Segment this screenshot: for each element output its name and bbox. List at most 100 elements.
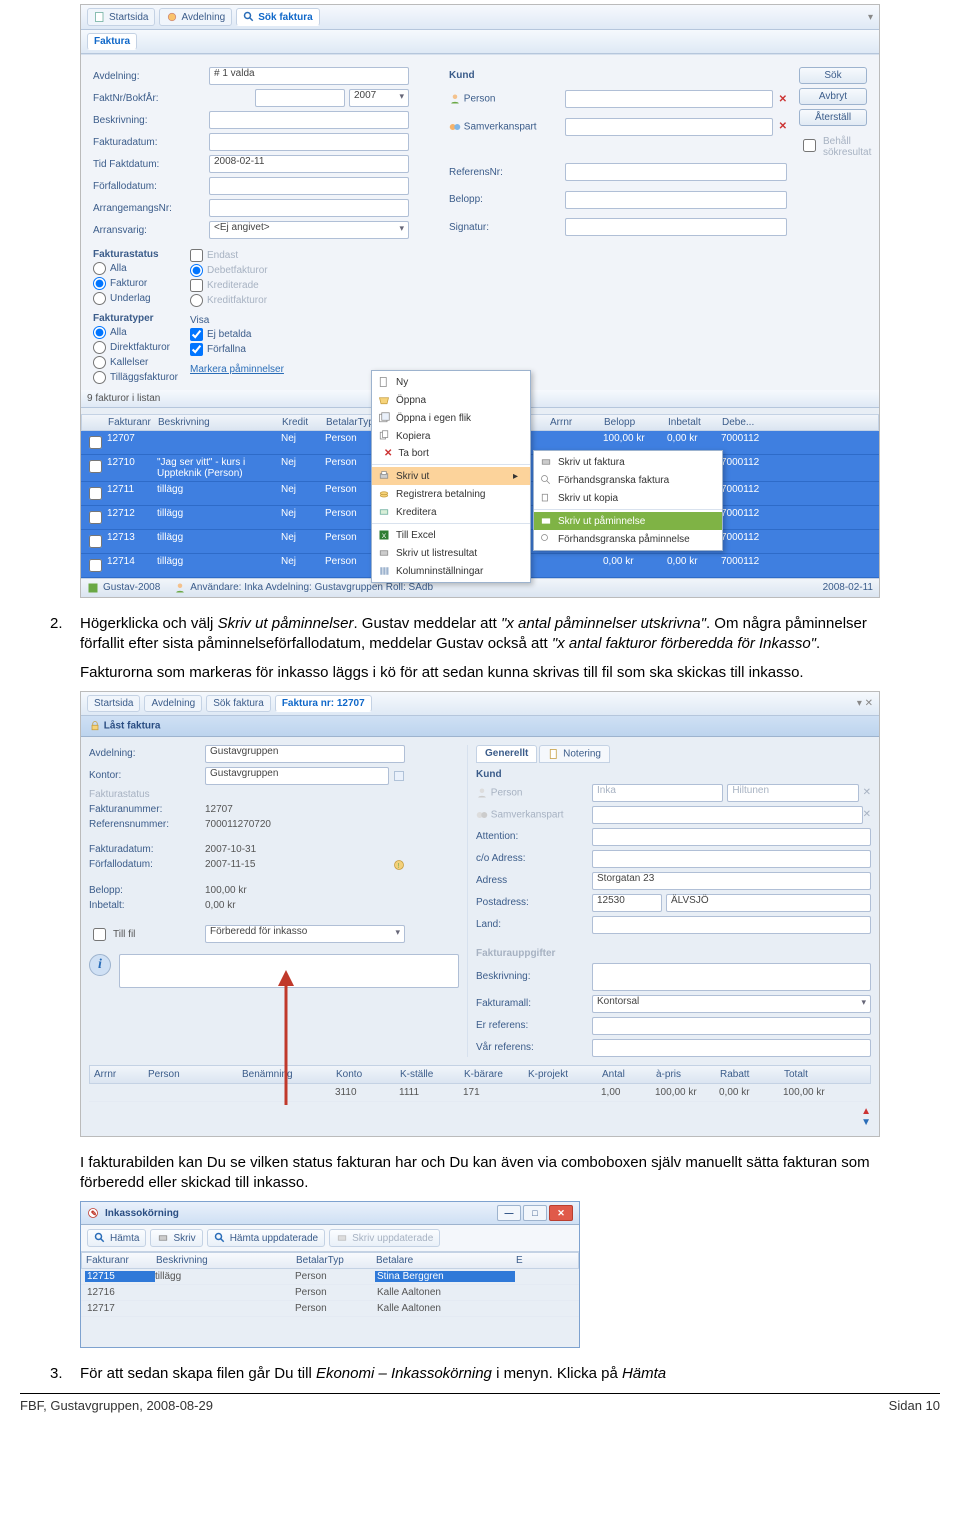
row-down-icon[interactable]: ▼ xyxy=(861,1117,871,1128)
status-user: Användare: Inka Avdelning: Gustavgruppen… xyxy=(190,582,433,594)
ctx-kolumn[interactable]: Kolumninställningar xyxy=(372,562,530,580)
s2-input-kontor[interactable]: Gustavgruppen xyxy=(205,767,389,785)
radio-debet[interactable]: Debetfakturor xyxy=(190,264,284,277)
s2-summary-row[interactable]: 31101111171 1,00100,00 kr 0,00 kr100,00 … xyxy=(89,1084,871,1102)
input-avdelning[interactable]: # 1 valda xyxy=(209,67,409,85)
row-checkbox[interactable] xyxy=(89,487,102,500)
radio-kreditfak[interactable]: Kreditfakturor xyxy=(190,294,284,307)
radio-ft-tillagg[interactable]: Tilläggsfakturor xyxy=(93,371,178,384)
s2-input-co[interactable] xyxy=(592,850,871,868)
maximize-button[interactable]: □ xyxy=(523,1205,547,1221)
list-item[interactable]: 12717PersonKalle Aaltonen xyxy=(81,1301,579,1317)
s2-input-varref[interactable] xyxy=(592,1039,871,1057)
input-signatur[interactable] xyxy=(565,218,787,236)
s2-input-city[interactable]: ÄLVSJÖ xyxy=(666,894,871,912)
tab-avdelning[interactable]: Avdelning xyxy=(159,8,232,26)
sub-forhand-faktura[interactable]: Förhandsgranska faktura xyxy=(534,471,722,489)
avbryt-button[interactable]: Avbryt xyxy=(799,88,867,105)
radio-ft-kallelser[interactable]: Kallelser xyxy=(93,356,178,369)
s2-input-adr[interactable]: Storgatan 23 xyxy=(592,872,871,890)
input-samv[interactable] xyxy=(565,118,773,136)
ctx-listres[interactable]: Skriv ut listresultat xyxy=(372,544,530,562)
input-belopp[interactable] xyxy=(565,191,787,209)
s2-lbl-samv: Samverkanspart xyxy=(476,809,586,821)
s2-input-besk[interactable] xyxy=(592,963,871,991)
skriv-uppdaterade-button[interactable]: Skriv uppdaterade xyxy=(329,1229,440,1247)
sub-skrivut-faktura[interactable]: Skriv ut faktura xyxy=(534,453,722,471)
s2-input-avd[interactable]: Gustavgruppen xyxy=(205,745,405,763)
clear-person-icon[interactable]: ✕ xyxy=(779,94,787,105)
input-forfall[interactable] xyxy=(209,177,409,195)
context-menu[interactable]: Ny Öppna Öppna i egen flik Kopiera ✕Ta b… xyxy=(371,370,531,583)
ctx-regbet[interactable]: Registrera betalning xyxy=(372,485,530,503)
list-item[interactable]: 12715tilläggPersonStina Berggren xyxy=(81,1269,579,1285)
clear-samv-icon[interactable]: ✕ xyxy=(779,121,787,132)
sub-skrivut-kopia[interactable]: Skriv ut kopia xyxy=(534,489,722,507)
s2-tab-avdelning[interactable]: Avdelning xyxy=(144,695,202,712)
s2-input-land[interactable] xyxy=(592,916,871,934)
row-checkbox[interactable] xyxy=(89,511,102,524)
radio-fs-alla[interactable]: Alla xyxy=(93,262,178,275)
subtab-faktura[interactable]: Faktura xyxy=(87,33,137,50)
chk-ejbetalda[interactable]: Ej betalda xyxy=(190,328,284,341)
ctx-excel[interactable]: XTill Excel xyxy=(372,526,530,544)
radio-fs-underlag[interactable]: Underlag xyxy=(93,292,178,305)
dept-link-icon[interactable] xyxy=(393,770,405,782)
s2-tab-faktura[interactable]: Faktura nr: 12707 xyxy=(275,695,372,712)
radio-ft-alla[interactable]: Alla xyxy=(93,326,178,339)
skriv-button[interactable]: Skriv xyxy=(150,1229,202,1247)
input-faktnr[interactable] xyxy=(255,89,345,107)
chk-forfallna[interactable]: Förfallna xyxy=(190,343,284,356)
ctx-oppna-egen[interactable]: Öppna i egen flik xyxy=(372,409,530,427)
radio-ft-direkt[interactable]: Direktfakturor xyxy=(93,341,178,354)
tab-startsida[interactable]: Startsida xyxy=(87,8,155,26)
aterstall-button[interactable]: Återställ xyxy=(799,109,867,126)
ctx-skrivut[interactable]: Skriv ut▸ xyxy=(372,467,530,485)
ctx-kopiera[interactable]: Kopiera xyxy=(372,427,530,445)
select-arransv[interactable]: <Ej angivet> xyxy=(209,221,409,239)
row-up-icon[interactable]: ▲ xyxy=(861,1106,871,1117)
ctx-tabort[interactable]: ✕Ta bort xyxy=(372,445,530,462)
sok-button[interactable]: Sök xyxy=(799,67,867,84)
row-checkbox[interactable] xyxy=(89,559,102,572)
chk-behall[interactable]: Behåll sökresultat xyxy=(799,136,867,158)
input-refnr[interactable] xyxy=(565,163,787,181)
excel-icon: X xyxy=(378,529,390,541)
radio-fs-fakturor[interactable]: Fakturor xyxy=(93,277,178,290)
s2-tab-notering[interactable]: Notering xyxy=(539,745,610,763)
input-tidfak[interactable]: 2008-02-11 xyxy=(209,155,409,173)
chk-krediterade[interactable]: Krediterade xyxy=(190,279,284,292)
input-fakdatum[interactable] xyxy=(209,133,409,151)
hamta-button[interactable]: Hämta xyxy=(87,1229,146,1247)
row-checkbox[interactable] xyxy=(89,535,102,548)
s2-input-zip[interactable]: 12530 xyxy=(592,894,662,912)
list-item[interactable]: 12716PersonKalle Aaltonen xyxy=(81,1285,579,1301)
s2-tab-generellt[interactable]: Generellt xyxy=(476,745,537,763)
s2-lbl-fnr: Fakturanummer: xyxy=(89,804,199,815)
ctx-kreditera[interactable]: Kreditera xyxy=(372,503,530,521)
input-arrnr[interactable] xyxy=(209,199,409,217)
sub-forhand-paminnelse[interactable]: Förhandsgranska påminnelse xyxy=(534,530,722,548)
sub-skrivut-paminnelse[interactable]: Skriv ut påminnelse xyxy=(534,512,722,530)
chk-endast[interactable]: Endast xyxy=(190,249,284,262)
s2-select-mall[interactable]: Kontorsal xyxy=(592,995,871,1013)
close-button[interactable]: ✕ xyxy=(549,1205,573,1221)
hamta-uppdaterade-button[interactable]: Hämta uppdaterade xyxy=(207,1229,325,1247)
context-submenu-skrivut[interactable]: Skriv ut faktura Förhandsgranska faktura… xyxy=(533,450,723,551)
s2-input-att[interactable] xyxy=(592,828,871,846)
minimize-button[interactable]: — xyxy=(497,1205,521,1221)
s2-select-status[interactable]: Förberedd för inkasso xyxy=(205,925,405,943)
input-person[interactable] xyxy=(565,90,773,108)
input-beskr[interactable] xyxy=(209,111,409,129)
select-bokfar[interactable]: 2007 xyxy=(349,89,409,107)
ctx-ny[interactable]: Ny xyxy=(372,373,530,391)
s2-input-erref[interactable] xyxy=(592,1017,871,1035)
s2-tab-sok[interactable]: Sök faktura xyxy=(206,695,271,712)
row-checkbox[interactable] xyxy=(89,460,102,473)
s2-chk-tillfil[interactable]: Till fil xyxy=(89,925,199,944)
row-checkbox[interactable] xyxy=(89,436,102,449)
tab-sok-faktura[interactable]: Sök faktura xyxy=(236,8,319,26)
ctx-oppna[interactable]: Öppna xyxy=(372,391,530,409)
s2-tab-start[interactable]: Startsida xyxy=(87,695,140,712)
link-markera-paminnelser[interactable]: Markera påminnelser xyxy=(190,364,284,375)
